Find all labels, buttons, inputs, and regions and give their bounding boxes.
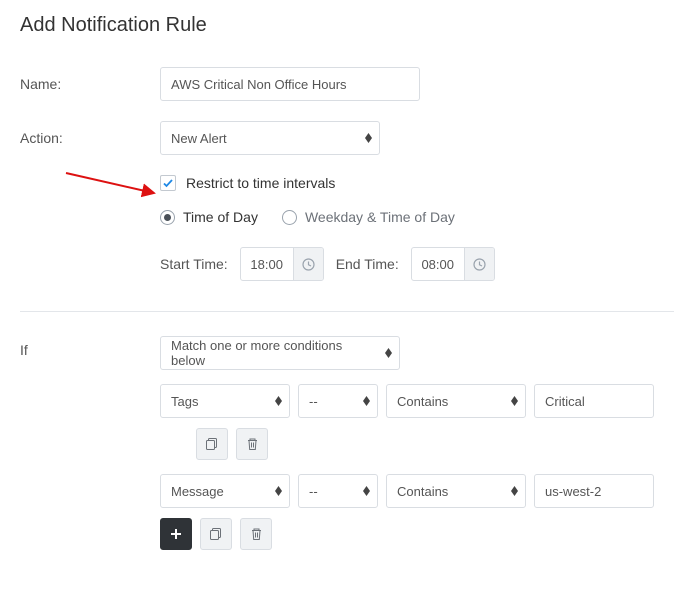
restrict-label: Restrict to time intervals (186, 175, 335, 191)
trash-icon (250, 527, 263, 541)
match-mode-select[interactable]: Match one or more conditions below (160, 336, 400, 370)
arrow-annotation (64, 171, 160, 199)
action-select[interactable]: New Alert (160, 121, 380, 155)
condition-row: Message -- Contains (160, 474, 674, 508)
radio-icon (160, 210, 175, 225)
copy-icon (209, 527, 223, 541)
condition-operator-select[interactable]: Contains (386, 474, 526, 508)
if-row: If Match one or more conditions below Ta… (20, 336, 674, 564)
start-time-clock-button[interactable] (293, 248, 323, 280)
name-label: Name: (20, 76, 160, 92)
plus-icon (170, 528, 182, 540)
end-time-input[interactable] (412, 257, 464, 272)
condition-not-select[interactable]: -- (298, 474, 378, 508)
radio-icon (282, 210, 297, 225)
check-icon (163, 179, 173, 188)
condition-operator-select[interactable]: Contains (386, 384, 526, 418)
name-row: Name: (20, 67, 674, 101)
condition-field-select[interactable]: Message (160, 474, 290, 508)
condition-field-select[interactable]: Tags (160, 384, 290, 418)
start-time-label: Start Time: (160, 256, 228, 272)
if-label: If (20, 336, 160, 358)
radio-time-of-day-label: Time of Day (183, 209, 258, 225)
condition-value-input[interactable] (534, 474, 654, 508)
condition-not-select[interactable]: -- (298, 384, 378, 418)
delete-condition-button[interactable] (236, 428, 268, 460)
end-time-field (411, 247, 495, 281)
page-title: Add Notification Rule (20, 14, 674, 37)
condition-value-input[interactable] (534, 384, 654, 418)
action-row: Action: New Alert (20, 121, 674, 155)
radio-weekday[interactable]: Weekday & Time of Day (282, 209, 455, 225)
end-time-clock-button[interactable] (464, 248, 494, 280)
condition-row: Tags -- Contains (160, 384, 674, 418)
end-time-label: End Time: (336, 256, 399, 272)
start-time-input[interactable] (241, 257, 293, 272)
name-input[interactable] (160, 67, 420, 101)
add-condition-button[interactable] (160, 518, 192, 550)
action-label: Action: (20, 130, 160, 146)
divider (20, 311, 674, 312)
radio-weekday-label: Weekday & Time of Day (305, 209, 455, 225)
copy-condition-button[interactable] (196, 428, 228, 460)
clock-icon (473, 258, 486, 271)
radio-time-of-day[interactable]: Time of Day (160, 209, 258, 225)
restrict-row: Restrict to time intervals Time of Day W… (20, 175, 674, 281)
restrict-checkbox[interactable] (160, 175, 176, 191)
delete-condition-button[interactable] (240, 518, 272, 550)
start-time-field (240, 247, 324, 281)
trash-icon (246, 437, 259, 451)
copy-icon (205, 437, 219, 451)
clock-icon (302, 258, 315, 271)
copy-condition-button[interactable] (200, 518, 232, 550)
